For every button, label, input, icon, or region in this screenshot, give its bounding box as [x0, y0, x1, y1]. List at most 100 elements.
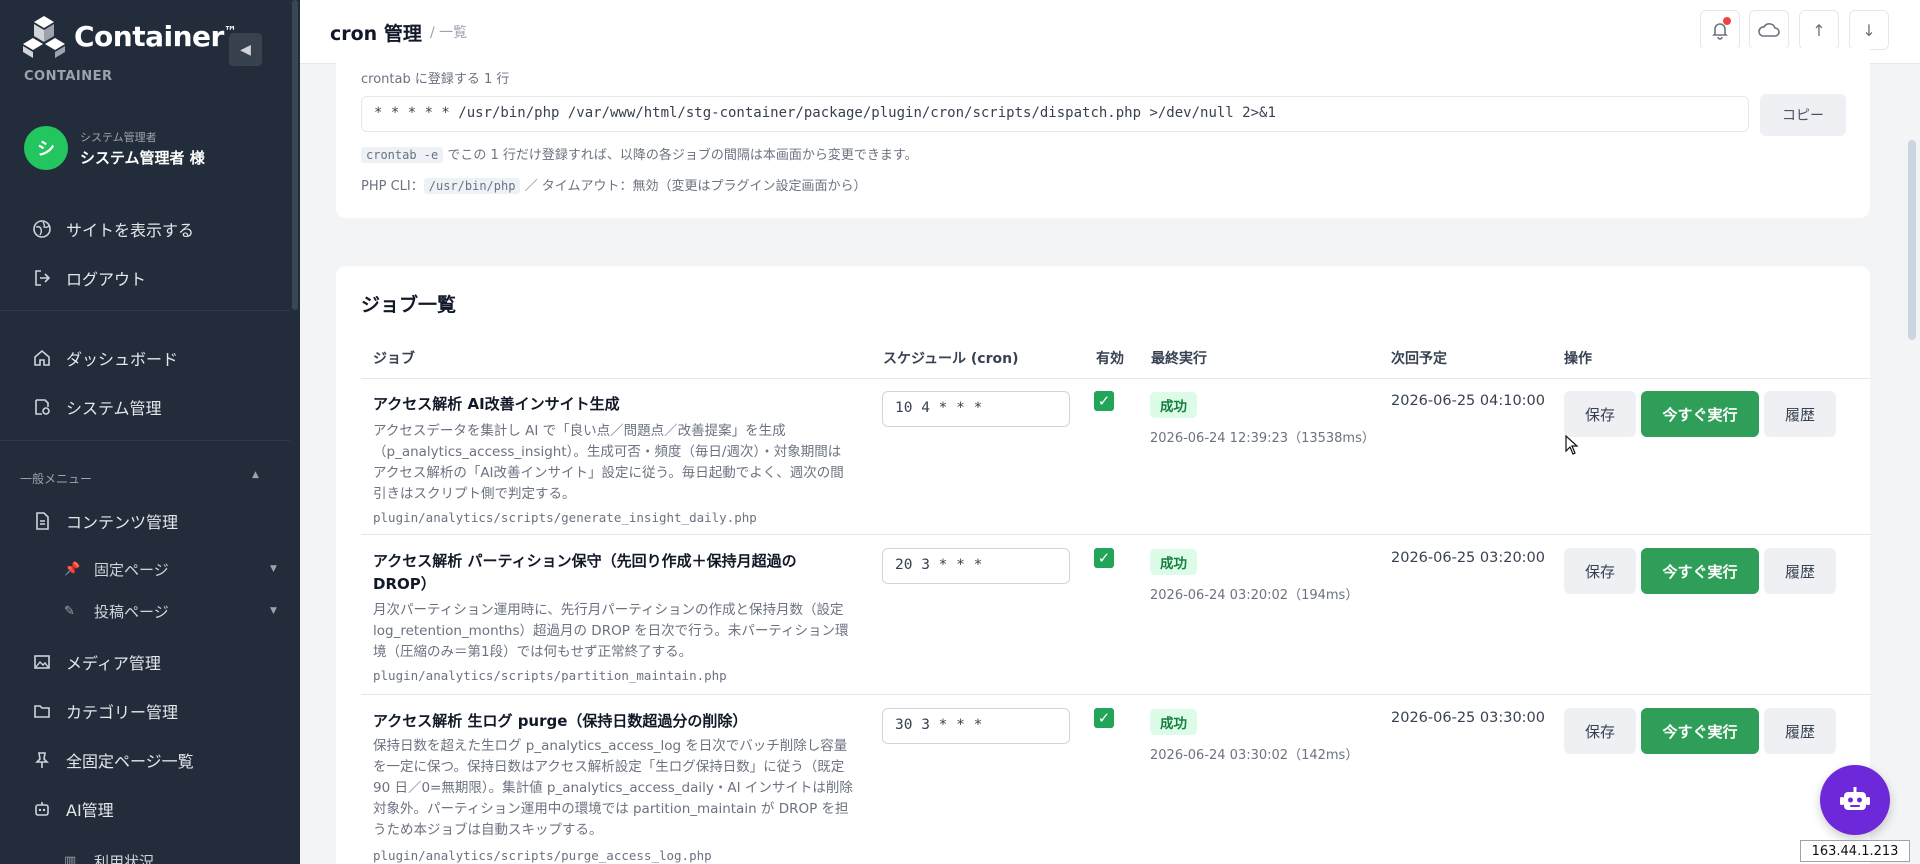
- edit-icon: ✎: [64, 603, 75, 619]
- scroll-up-button[interactable]: ↑: [1799, 10, 1839, 50]
- sidebar-item-posts[interactable]: ✎ 投稿ページ ▼: [64, 598, 284, 624]
- copy-button[interactable]: コピー: [1760, 94, 1846, 136]
- last-run: 2026-06-24 03:30:02（142ms）: [1150, 748, 1359, 763]
- folder-icon: [32, 701, 52, 721]
- chevron-down-icon: ▼: [270, 606, 277, 616]
- job-name: アクセス解析 パーティション保守（先回り作成＋保持月超過の DROP）: [373, 552, 797, 593]
- dashboard-label: ダッシュボード: [66, 350, 179, 369]
- table-row: アクセス解析 パーティション保守（先回り作成＋保持月超過の DROP） 月次パー…: [361, 536, 1871, 695]
- job-description: アクセスデータを集計し AI で「良い点／問題点／改善提案」を生成（p_anal…: [373, 423, 844, 502]
- history-button[interactable]: 履歴: [1764, 391, 1836, 437]
- container-logo-icon: [23, 16, 65, 58]
- notification-dot: [1723, 17, 1731, 25]
- arrow-up-icon: ↑: [1812, 20, 1826, 40]
- php-cli-info: PHP CLI：/usr/bin/php ／ タイムアウト：無効（変更はプラグイ…: [361, 178, 867, 194]
- categories-label: カテゴリー管理: [66, 703, 179, 722]
- job-script-path: plugin/analytics/scripts/generate_insigh…: [373, 510, 757, 525]
- usage-label: 利用状況: [94, 852, 155, 864]
- table-row: アクセス解析 生ログ purge（保持日数超過分の削除） 保持日数を超えた生ログ…: [361, 696, 1871, 864]
- run-now-button[interactable]: 今すぐ実行: [1641, 391, 1759, 437]
- next-run: 2026-06-25 03:20:00: [1391, 550, 1545, 566]
- col-schedule: スケジュール (cron): [883, 351, 1019, 367]
- divider: [0, 310, 290, 311]
- cloud-button[interactable]: [1749, 10, 1789, 50]
- ai-label: AI管理: [66, 801, 114, 820]
- sidebar-scrollbar[interactable]: [292, 0, 298, 310]
- notifications-button[interactable]: [1700, 10, 1740, 50]
- sidebar-item-all-fixed[interactable]: 全固定ページ一覧: [32, 745, 194, 775]
- logout-link[interactable]: ログアウト: [32, 263, 146, 293]
- sidebar-item-categories[interactable]: カテゴリー管理: [32, 696, 178, 726]
- robot-icon: [1840, 787, 1870, 810]
- schedule-input[interactable]: 20 3 * * *: [882, 548, 1070, 584]
- sidebar-item-system[interactable]: システム管理: [32, 392, 162, 422]
- view-site-link[interactable]: サイトを表示する: [32, 214, 194, 244]
- next-run: 2026-06-25 04:10:00: [1391, 393, 1545, 409]
- logout-icon: [32, 268, 52, 288]
- crontab-card: crontab に登録する 1 行 * * * * * /usr/bin/php…: [336, 48, 1870, 218]
- sidebar-item-media[interactable]: メディア管理: [32, 647, 161, 677]
- crontab-command-field[interactable]: * * * * * /usr/bin/php /var/www/html/stg…: [361, 96, 1749, 132]
- breadcrumb: / 一覧: [430, 25, 468, 41]
- system-label: システム管理: [66, 399, 162, 418]
- posts-label: 投稿ページ: [94, 602, 169, 621]
- divider: [0, 440, 290, 441]
- image-icon: [32, 652, 52, 672]
- job-name: アクセス解析 AI改善インサイト生成: [373, 395, 620, 413]
- sidebar-item-fixed-pages[interactable]: 📌 固定ページ ▼: [64, 556, 284, 582]
- next-run: 2026-06-25 03:30:00: [1391, 710, 1545, 726]
- pin-icon: [32, 750, 52, 770]
- home-icon: [32, 348, 52, 368]
- enabled-checkbox[interactable]: ✓: [1094, 548, 1114, 568]
- contents-label: コンテンツ管理: [66, 513, 179, 532]
- history-button[interactable]: 履歴: [1764, 708, 1836, 754]
- sidebar-item-dashboard[interactable]: ダッシュボード: [32, 343, 178, 373]
- save-button[interactable]: 保存: [1564, 708, 1636, 754]
- chart-icon: ▥: [64, 853, 77, 864]
- last-run: 2026-06-24 03:20:02（194ms）: [1150, 588, 1359, 603]
- sidebar-item-contents[interactable]: コンテンツ管理: [32, 506, 178, 536]
- user-profile: シ システム管理者 システム管理者 様: [24, 126, 205, 170]
- fixed-pages-label: 固定ページ: [94, 560, 169, 579]
- logout-label: ログアウト: [66, 270, 147, 289]
- brand-name: Container™: [74, 19, 237, 53]
- job-description: 保持日数を超えた生ログ p_analytics_access_log を日次でバ…: [373, 738, 853, 838]
- scroll-down-button[interactable]: ↓: [1849, 10, 1889, 50]
- jobs-title: ジョブ一覧: [361, 294, 457, 316]
- schedule-input[interactable]: 30 3 * * *: [882, 708, 1070, 744]
- run-now-button[interactable]: 今すぐ実行: [1641, 548, 1759, 594]
- schedule-input[interactable]: 10 4 * * *: [882, 391, 1070, 427]
- col-job: ジョブ: [373, 351, 415, 367]
- sidebar-item-ai[interactable]: AI管理: [32, 794, 114, 824]
- all-fixed-label: 全固定ページ一覧: [66, 752, 194, 771]
- section-general-menu[interactable]: 一般メニュー ▲: [20, 470, 259, 487]
- arrow-down-icon: ↓: [1862, 20, 1876, 40]
- system-gear-icon: [32, 397, 52, 417]
- user-name: システム管理者 様: [80, 148, 205, 167]
- enabled-checkbox[interactable]: ✓: [1094, 708, 1114, 728]
- sidebar-collapse-button[interactable]: ◀: [229, 33, 262, 66]
- avatar: シ: [24, 126, 68, 170]
- mouse-cursor-icon: [1565, 435, 1579, 455]
- job-script-path: plugin/analytics/scripts/partition_maint…: [373, 668, 727, 683]
- collapse-left-icon: ◀: [240, 41, 251, 58]
- cloud-icon: [1758, 23, 1780, 37]
- status-badge: 成功: [1150, 392, 1197, 418]
- pin-icon: 📌: [64, 561, 81, 577]
- chevron-up-icon: ▲: [252, 470, 259, 480]
- user-role: システム管理者: [80, 130, 157, 144]
- php-path-code: /usr/bin/php: [423, 178, 521, 194]
- save-button[interactable]: 保存: [1564, 548, 1636, 594]
- page-scrollbar[interactable]: [1908, 140, 1916, 340]
- ai-assistant-button[interactable]: [1820, 765, 1890, 835]
- run-now-button[interactable]: 今すぐ実行: [1641, 708, 1759, 754]
- jobs-card: ジョブ一覧 ジョブ スケジュール (cron) 有効 最終実行 次回予定 操作 …: [336, 266, 1871, 864]
- last-run: 2026-06-24 12:39:23（13538ms）: [1150, 431, 1375, 446]
- save-button[interactable]: 保存: [1564, 391, 1636, 437]
- job-script-path: plugin/analytics/scripts/purge_access_lo…: [373, 848, 712, 863]
- history-button[interactable]: 履歴: [1764, 548, 1836, 594]
- col-next-run: 次回予定: [1391, 351, 1447, 367]
- sidebar-item-usage[interactable]: ▥ 利用状況: [64, 848, 284, 864]
- enabled-checkbox[interactable]: ✓: [1094, 391, 1114, 411]
- brand[interactable]: Container™: [22, 14, 237, 58]
